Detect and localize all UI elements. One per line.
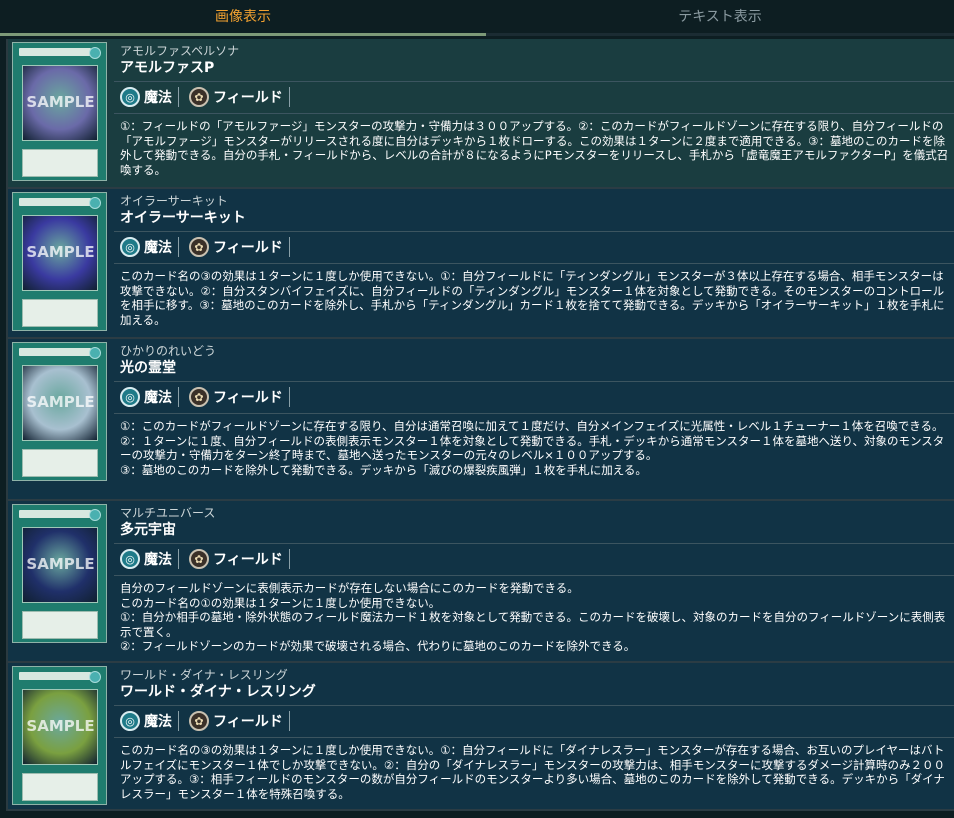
card-description: このカード名の③の効果は１ターンに１度しか使用できない。①：自分フィールドに「ダ… [120,743,950,801]
card-description-paragraph: ①：自分か相手の墓地・除外状態のフィールド魔法カード１枚を対象として発動できる。… [120,610,946,639]
card-text-box [22,773,98,801]
card-thumbnail[interactable]: SAMPLE [12,342,107,481]
card-description-paragraph: このカード名の①の効果は１ターンに１度しか使用できない。 [120,595,441,610]
card-description-paragraph: このカード名の③の効果は１ターンに１度しか使用できない。①：自分フィールドに「ダ… [120,743,945,801]
card-description-paragraph: ①：このカードがフィールドゾーンに存在する限り、自分は通常召喚に加えて１度だけ、… [120,419,944,433]
tag-spell: ◎ 魔法 [120,237,179,257]
card-description-paragraph: ②：フィールドゾーンのカードが効果で破壊される場合、代わりに墓地のこのカードを除… [120,639,636,653]
divider [114,543,954,544]
card-description-paragraph: このカード名の③の効果は１ターンに１度しか使用できない。①：自分フィールドに「テ… [120,269,945,327]
card-thumbnail[interactable]: SAMPLE [12,504,107,643]
tag-field-label: フィールド [213,714,283,730]
card-row[interactable]: SAMPLE オイラーサーキット オイラーサーキット ◎ 魔法 ✿ フィールド … [8,189,954,339]
card-name[interactable]: ワールド・ダイナ・レスリング [120,681,316,701]
card-row[interactable]: SAMPLE マルチユニバース 多元宇宙 ◎ 魔法 ✿ フィールド 自分のフィー… [8,501,954,663]
card-thumbnail[interactable]: SAMPLE [12,192,107,331]
tab-image-view[interactable]: 画像表示 [0,0,486,36]
card-name[interactable]: オイラーサーキット [120,207,246,227]
card-text-box [22,299,98,327]
divider [114,113,954,114]
spell-icon: ◎ [120,387,140,407]
spell-icon: ◎ [120,237,140,257]
card-row[interactable]: SAMPLE ワールド・ダイナ・レスリング ワールド・ダイナ・レスリング ◎ 魔… [8,663,954,811]
spell-icon: ◎ [120,549,140,569]
sample-watermark: SAMPLE [26,717,95,735]
card-description-paragraph: ②：１ターンに１度、自分フィールドの表側表示モンスター１体を対象として発動できる… [120,433,945,463]
card-list: SAMPLE アモルファスペルソナ アモルファスP ◎ 魔法 ✿ フィールド ①… [6,39,954,811]
card-thumb-name-bar [19,672,91,680]
sample-watermark: SAMPLE [26,243,95,261]
card-description-paragraph: ①：フィールドの「アモルファージ」モンスターの攻撃力・守備力は３００アップする。… [120,119,949,177]
card-name[interactable]: 光の霊堂 [120,357,176,377]
divider [114,81,954,82]
tag-spell: ◎ 魔法 [120,549,179,569]
sample-watermark: SAMPLE [26,93,95,111]
card-text-box [22,149,98,177]
tag-field: ✿ フィールド [189,237,290,257]
card-tags: ◎ 魔法 ✿ フィールド [120,386,300,408]
tag-spell-label: 魔法 [144,390,172,406]
tag-spell-label: 魔法 [144,240,172,256]
card-description: 自分のフィールドゾーンに表側表示カードが存在しない場合にこのカードを発動できる。… [120,581,950,654]
card-tags: ◎ 魔法 ✿ フィールド [120,548,300,570]
divider [114,705,954,706]
card-description: ①：フィールドの「アモルファージ」モンスターの攻撃力・守備力は３００アップする。… [120,119,950,177]
spell-attribute-icon [89,47,101,59]
divider [114,737,954,738]
view-tabs: 画像表示 テキスト表示 [0,0,954,36]
field-icon: ✿ [189,387,209,407]
tag-field: ✿ フィールド [189,711,290,731]
tag-field-label: フィールド [213,90,283,106]
tag-spell: ◎ 魔法 [120,387,179,407]
divider [114,263,954,264]
card-tags: ◎ 魔法 ✿ フィールド [120,86,300,108]
spell-attribute-icon [89,509,101,521]
sample-watermark: SAMPLE [26,555,95,573]
card-name[interactable]: アモルファスP [120,57,214,77]
card-thumbnail[interactable]: SAMPLE [12,666,107,805]
card-tags: ◎ 魔法 ✿ フィールド [120,236,300,258]
divider [114,413,954,414]
field-icon: ✿ [189,87,209,107]
divider [114,575,954,576]
field-icon: ✿ [189,549,209,569]
divider [114,381,954,382]
tag-field-label: フィールド [213,552,283,568]
tag-spell-label: 魔法 [144,90,172,106]
card-text-box [22,611,98,639]
card-thumbnail[interactable]: SAMPLE [12,42,107,181]
card-description-paragraph: ③：墓地のこのカードを除外して発動できる。デッキから「滅びの爆裂疾風弾」１枚を手… [120,462,647,477]
spell-icon: ◎ [120,711,140,731]
card-text-box [22,449,98,477]
card-description: このカード名の③の効果は１ターンに１度しか使用できない。①：自分フィールドに「テ… [120,269,950,327]
card-thumb-name-bar [19,510,91,518]
tag-spell: ◎ 魔法 [120,87,179,107]
card-row[interactable]: SAMPLE アモルファスペルソナ アモルファスP ◎ 魔法 ✿ フィールド ①… [8,39,954,189]
tag-field-label: フィールド [213,390,283,406]
tag-spell-label: 魔法 [144,714,172,730]
tag-field: ✿ フィールド [189,87,290,107]
card-thumb-name-bar [19,48,91,56]
divider [114,231,954,232]
card-name[interactable]: 多元宇宙 [120,519,176,539]
card-thumb-name-bar [19,348,91,356]
tag-spell: ◎ 魔法 [120,711,179,731]
field-icon: ✿ [189,237,209,257]
tag-field: ✿ フィールド [189,549,290,569]
spell-attribute-icon [89,671,101,683]
tag-field: ✿ フィールド [189,387,290,407]
spell-icon: ◎ [120,87,140,107]
card-row[interactable]: SAMPLE ひかりのれいどう 光の霊堂 ◎ 魔法 ✿ フィールド ①：このカー… [8,339,954,501]
field-icon: ✿ [189,711,209,731]
spell-attribute-icon [89,197,101,209]
card-tags: ◎ 魔法 ✿ フィールド [120,710,300,732]
tag-spell-label: 魔法 [144,552,172,568]
card-thumb-name-bar [19,198,91,206]
card-description-paragraph: 自分のフィールドゾーンに表側表示カードが存在しない場合にこのカードを発動できる。 [120,581,579,595]
tag-field-label: フィールド [213,240,283,256]
card-description: ①：このカードがフィールドゾーンに存在する限り、自分は通常召喚に加えて１度だけ、… [120,419,950,477]
tab-text-view[interactable]: テキスト表示 [486,0,954,36]
sample-watermark: SAMPLE [26,393,95,411]
spell-attribute-icon [89,347,101,359]
